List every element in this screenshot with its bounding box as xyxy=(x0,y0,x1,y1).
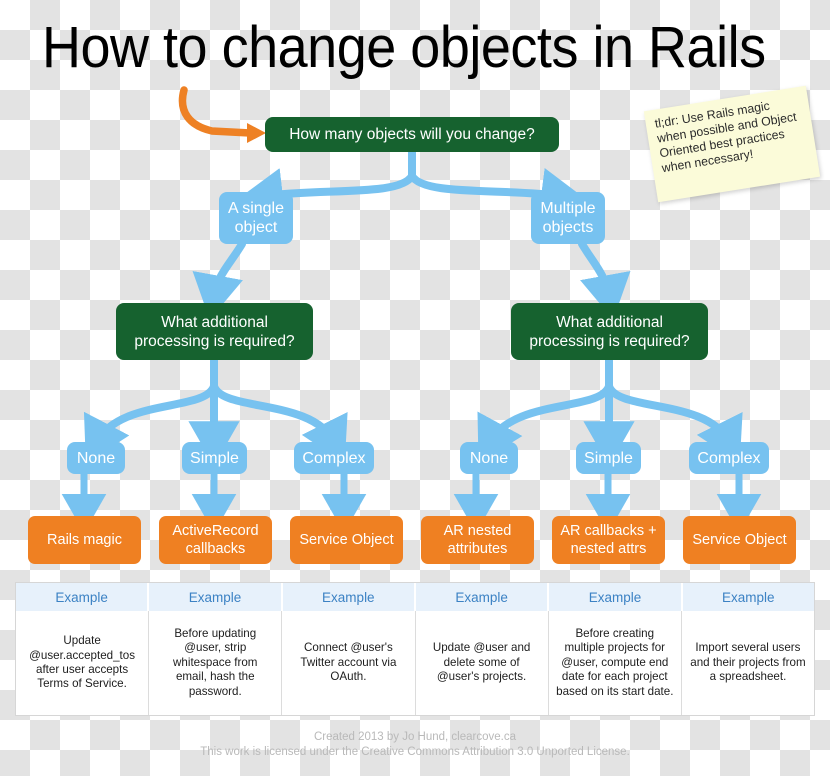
outcome-activerecord-callbacks[interactable]: ActiveRecord callbacks xyxy=(159,516,272,564)
examples-table-header-6: Example xyxy=(682,583,814,611)
outcome-activerecord-callbacks-label: ActiveRecord callbacks xyxy=(172,523,259,557)
level-label-complex-left[interactable]: Complex xyxy=(294,442,374,474)
intro-arrow-icon xyxy=(178,86,266,143)
footer-credit: Created 2013 by Jo Hund, clearcove.ca xyxy=(313,731,516,743)
examples-table-header-1: Example xyxy=(16,583,150,611)
examples-table-header-row: Example Example Example Example Example … xyxy=(16,583,814,611)
branch-single-object[interactable]: A single object xyxy=(219,192,293,244)
sticky-note-text: tl;dr: Use Rails magic when possible and… xyxy=(653,98,798,176)
level-label-complex-right[interactable]: Complex xyxy=(689,442,769,474)
level-label-simple-left[interactable]: Simple xyxy=(182,442,247,474)
level-label-none-left[interactable]: None xyxy=(67,442,125,474)
outcome-ar-nested-attributes-label: AR nested attributes xyxy=(443,523,512,557)
outcome-ar-callbacks-nested-attrs-label: AR callbacks + nested attrs xyxy=(560,523,657,557)
footer-license: This work is licensed under the Creative… xyxy=(200,746,630,758)
examples-table-header-4: Example xyxy=(415,583,550,611)
level-label-simple-right[interactable]: Simple xyxy=(576,442,641,474)
link-right-decision-to-levels xyxy=(477,356,743,467)
examples-table-header-5: Example xyxy=(549,583,683,611)
level-label-simple-right-text: Simple xyxy=(584,449,633,467)
link-branches-to-decisions xyxy=(192,240,631,320)
level-label-complex-right-text: Complex xyxy=(697,449,761,467)
level-label-none-right[interactable]: None xyxy=(460,442,518,474)
examples-table-cell-2: Before updating @user, strip whitespace … xyxy=(149,611,283,715)
examples-table-cell-3: Connect @user's Twitter account via OAut… xyxy=(282,611,416,715)
decision-node-left[interactable]: What additional processing is required? xyxy=(116,303,313,360)
root-node[interactable]: How many objects will you change? xyxy=(265,117,559,152)
outcome-rails-magic[interactable]: Rails magic xyxy=(28,516,141,564)
link-root-to-branches xyxy=(238,148,586,219)
outcome-ar-callbacks-nested-attrs[interactable]: AR callbacks + nested attrs xyxy=(552,516,665,564)
outcome-service-object-left[interactable]: Service Object xyxy=(290,516,403,564)
examples-table-body-row: Update @user.accepted_tos after user acc… xyxy=(16,611,815,715)
root-node-label: How many objects will you change? xyxy=(289,126,535,143)
examples-table-cell-4: Update @user and delete some of @user's … xyxy=(415,611,549,715)
level-label-complex-left-text: Complex xyxy=(302,449,366,467)
branch-single-object-label: A single object xyxy=(227,200,285,236)
flowchart-canvas: How to change objects in Rails tl;dr: Us… xyxy=(0,0,830,776)
branch-multiple-objects-label: Multiple objects xyxy=(540,200,596,236)
page-title: How to change objects in Rails xyxy=(42,15,766,80)
examples-table-cell-1: Update @user.accepted_tos after user acc… xyxy=(16,611,150,715)
outcome-service-object-right[interactable]: Service Object xyxy=(683,516,796,564)
examples-table-cell-6: Import several users and their projects … xyxy=(681,611,815,715)
level-label-none-left-text: None xyxy=(76,449,116,467)
link-levels-to-outcomes xyxy=(61,470,762,534)
level-label-simple-left-text: Simple xyxy=(190,449,239,467)
examples-table-header-3: Example xyxy=(282,583,416,611)
decision-node-left-label: What additional processing is required? xyxy=(134,313,295,350)
outcome-service-object-left-label: Service Object xyxy=(299,532,394,548)
branch-multiple-objects[interactable]: Multiple objects xyxy=(531,192,605,244)
link-left-decision-to-levels xyxy=(83,356,348,467)
sticky-note: tl;dr: Use Rails magic when possible and… xyxy=(643,85,821,203)
outcome-ar-nested-attributes[interactable]: AR nested attributes xyxy=(421,516,534,564)
decision-node-right[interactable]: What additional processing is required? xyxy=(511,303,708,360)
decision-node-right-label: What additional processing is required? xyxy=(529,313,690,350)
examples-table-header-2: Example xyxy=(149,583,283,611)
examples-table-cell-5: Before creating multiple projects for @u… xyxy=(548,611,682,715)
outcome-rails-magic-label: Rails magic xyxy=(47,532,122,548)
footer: Created 2013 by Jo Hund, clearcove.ca Th… xyxy=(0,730,830,760)
examples-table: Example Example Example Example Example … xyxy=(15,582,815,716)
level-label-none-right-text: None xyxy=(469,449,509,467)
outcome-service-object-right-label: Service Object xyxy=(692,532,787,548)
